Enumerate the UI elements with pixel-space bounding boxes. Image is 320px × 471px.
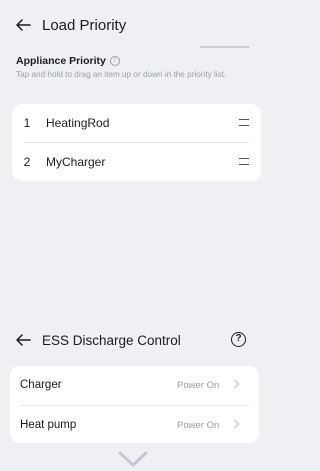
appliance-name: Heat pump — [20, 419, 77, 431]
list-item[interactable]: Heat pump Power On — [10, 406, 249, 444]
priority-index: 1 — [23, 116, 31, 130]
help-icon[interactable]: ? — [231, 332, 246, 347]
priority-index: 2 — [23, 155, 31, 169]
priority-list: 1 HeatingRod 2 MyCharger — [12, 104, 261, 181]
appliance-name: Charger — [20, 379, 62, 391]
scroll-indicator — [200, 46, 249, 48]
drag-hint-text: Tap and hold to drag an item up or down … — [16, 70, 227, 79]
drag-handle-icon[interactable] — [239, 158, 249, 165]
appliance-priority-label: Appliance Priority i — [16, 55, 120, 67]
appliance-name: MyCharger — [46, 155, 106, 169]
back-arrow-icon[interactable] — [14, 16, 32, 34]
power-status: Power On — [177, 379, 220, 391]
list-item[interactable]: 1 HeatingRod — [12, 104, 249, 142]
info-icon[interactable]: i — [109, 56, 120, 66]
list-item[interactable]: Charger Power On — [10, 366, 249, 404]
page-title: Load Priority — [42, 16, 127, 34]
drag-handle-icon[interactable] — [239, 119, 249, 126]
section-title: Appliance Priority — [16, 55, 106, 67]
chevron-right-icon — [230, 379, 240, 389]
load-priority-header: Load Priority — [0, 0, 249, 50]
chevron-down-icon[interactable] — [116, 449, 150, 471]
ess-title: ESS Discharge Control — [42, 332, 181, 348]
list-item[interactable]: 2 MyCharger — [12, 143, 249, 181]
ess-header: ESS Discharge Control ? — [0, 323, 249, 357]
back-arrow-icon[interactable] — [14, 331, 32, 349]
power-status: Power On — [177, 419, 220, 431]
appliance-name: HeatingRod — [46, 116, 110, 130]
ess-list: Charger Power On Heat pump Power On — [10, 366, 259, 443]
chevron-right-icon — [230, 419, 240, 429]
